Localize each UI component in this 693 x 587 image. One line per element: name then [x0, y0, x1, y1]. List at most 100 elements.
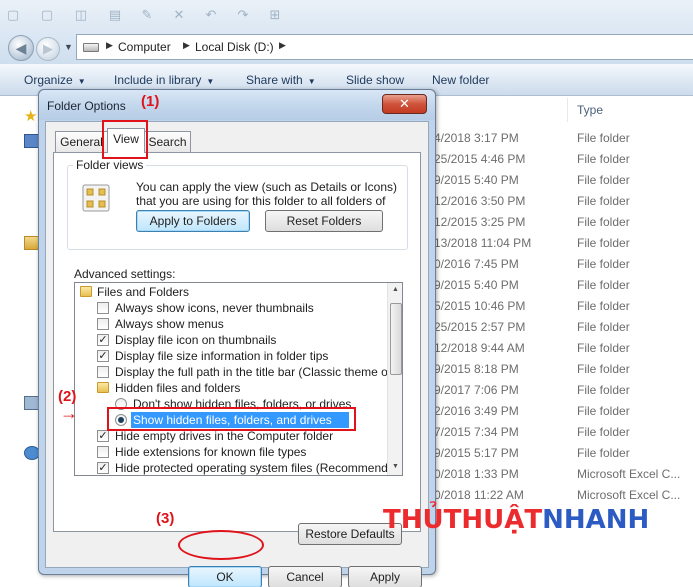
file-type: File folder	[577, 194, 630, 208]
file-date: 5/2015 10:46 PM	[434, 299, 526, 313]
folder-views-group: Folder views You can apply the view (suc…	[67, 158, 408, 250]
checkbox-hide-empty-drives[interactable]	[97, 430, 109, 442]
file-row[interactable]: 12/2016 3:50 PM File folder	[434, 191, 693, 212]
file-row[interactable]: 4/2018 3:17 PM File folder	[434, 128, 693, 149]
checkbox-hide-extensions[interactable]	[97, 446, 109, 458]
dialog-title: Folder Options	[47, 99, 126, 113]
file-row[interactable]: 2/2016 3:49 PM File folder	[434, 401, 693, 422]
tree-scrollbar[interactable]: ▲ ▼	[387, 283, 402, 475]
checkbox-display-full-path[interactable]	[97, 366, 109, 378]
always-show-menus-label[interactable]: Always show menus	[115, 316, 224, 332]
file-type: File folder	[577, 362, 630, 376]
cancel-button[interactable]: Cancel	[268, 566, 342, 587]
organize-menu[interactable]: Organize ▼	[24, 73, 86, 87]
display-file-size-label[interactable]: Display file size information in folder …	[115, 348, 328, 364]
file-row[interactable]: 0/2016 7:45 PM File folder	[434, 254, 693, 275]
file-type: File folder	[577, 215, 630, 229]
advanced-settings-tree[interactable]: Files and Folders Always show icons, nev…	[74, 282, 403, 476]
file-date: 0/2016 7:45 PM	[434, 257, 519, 271]
chevron-right-icon[interactable]: ▶	[183, 40, 190, 51]
tree-group-files-and-folders: Files and Folders	[97, 285, 190, 299]
quick-access-icon[interactable]: ✕	[172, 8, 186, 22]
file-row[interactable]: 12/2018 9:44 AM File folder	[434, 338, 693, 359]
file-date: 0/2018 11:22 AM	[434, 488, 524, 502]
file-type: File folder	[577, 383, 630, 397]
checkbox-always-show-menus[interactable]	[97, 318, 109, 330]
file-row[interactable]: 9/2015 8:18 PM File folder	[434, 359, 693, 380]
checkbox-hide-protected-files[interactable]	[97, 462, 109, 474]
quick-access-icon[interactable]: ◫	[74, 8, 88, 22]
breadcrumb-computer[interactable]: Computer	[118, 40, 171, 54]
dropdown-arrow-icon: ▼	[307, 77, 316, 86]
recent-pages-dropdown-icon[interactable]: ▼	[64, 42, 73, 52]
address-row: ◀ ▶ ▼ ▶ Computer ▶ Local Disk (D:) ▶	[0, 30, 693, 64]
apply-to-folders-button[interactable]: Apply to Folders	[136, 210, 250, 232]
file-date: 2/2016 3:49 PM	[434, 404, 519, 418]
quick-access-icon[interactable]: ▤	[108, 8, 122, 22]
file-date: 0/2018 1:33 PM	[434, 467, 519, 481]
annotation-step-3: (3)	[156, 510, 175, 527]
advanced-settings-label: Advanced settings:	[74, 267, 176, 281]
back-button[interactable]: ◀	[8, 35, 34, 61]
address-bar[interactable]: ▶ Computer ▶ Local Disk (D:) ▶	[76, 34, 693, 60]
file-row[interactable]: 0/2018 11:22 AM Microsoft Excel C...	[434, 485, 693, 506]
file-type: Microsoft Excel C...	[577, 467, 681, 481]
quick-access-icon[interactable]: ▢	[6, 8, 20, 22]
navigation-pane: ★	[0, 96, 40, 587]
file-row[interactable]: 12/2015 3:25 PM File folder	[434, 212, 693, 233]
slide-show-button[interactable]: Slide show	[346, 73, 404, 87]
file-row[interactable]: 9/2015 5:40 PM File folder	[434, 170, 693, 191]
checkbox-always-show-icons[interactable]	[97, 302, 109, 314]
column-divider[interactable]	[567, 98, 568, 122]
tab-search[interactable]: Search	[144, 131, 191, 153]
quick-access-icon[interactable]: ⊞	[268, 8, 282, 22]
file-row[interactable]: 9/2015 5:40 PM File folder	[434, 275, 693, 296]
tab-view[interactable]: View	[107, 128, 145, 153]
breadcrumb-local-disk[interactable]: Local Disk (D:)	[195, 40, 274, 54]
file-row[interactable]: 13/2018 11:04 PM File folder	[434, 233, 693, 254]
include-in-library-menu[interactable]: Include in library ▼	[114, 73, 214, 87]
file-row[interactable]: 9/2015 5:17 PM File folder	[434, 443, 693, 464]
file-type: File folder	[577, 299, 630, 313]
include-in-library-label: Include in library	[114, 73, 202, 87]
hide-protected-files-label[interactable]: Hide protected operating system files (R…	[115, 460, 402, 475]
hide-extensions-label[interactable]: Hide extensions for known file types	[115, 444, 306, 460]
tab-general[interactable]: General	[55, 131, 108, 153]
dialog-body: General View Search Folder views You can…	[45, 121, 429, 587]
new-folder-button[interactable]: New folder	[432, 73, 489, 87]
column-header: Type	[434, 96, 693, 124]
share-with-menu[interactable]: Share with ▼	[246, 73, 316, 87]
ok-button[interactable]: OK	[188, 566, 262, 587]
checkbox-display-file-icon[interactable]	[97, 334, 109, 346]
file-row[interactable]: 7/2015 7:34 PM File folder	[434, 422, 693, 443]
file-row[interactable]: 9/2017 7:06 PM File folder	[434, 380, 693, 401]
file-row[interactable]: 25/2015 4:46 PM File folder	[434, 149, 693, 170]
display-file-icon-label[interactable]: Display file icon on thumbnails	[115, 332, 276, 348]
chevron-right-icon[interactable]: ▶	[279, 40, 286, 51]
forward-button[interactable]: ▶	[36, 37, 60, 61]
apply-button[interactable]: Apply	[348, 566, 422, 587]
display-full-path-label[interactable]: Display the full path in the title bar (…	[115, 364, 402, 380]
file-row[interactable]: 5/2015 10:46 PM File folder	[434, 296, 693, 317]
scrollbar-thumb[interactable]	[390, 303, 402, 375]
always-show-icons-label[interactable]: Always show icons, never thumbnails	[115, 300, 314, 316]
quick-access-icon[interactable]: ↷	[236, 8, 250, 22]
quick-access-icon[interactable]: ✎	[140, 8, 154, 22]
dialog-title-bar[interactable]: Folder Options ✕	[39, 90, 435, 120]
checkbox-display-file-size[interactable]	[97, 350, 109, 362]
dropdown-arrow-icon: ▼	[77, 77, 86, 86]
reset-folders-button[interactable]: Reset Folders	[265, 210, 383, 232]
quick-access-icon[interactable]: ▢	[40, 8, 54, 22]
watermark-logo: THỦTHUẬTNHANH	[383, 505, 649, 535]
file-row[interactable]: 25/2015 2:57 PM File folder	[434, 317, 693, 338]
scroll-down-icon[interactable]: ▼	[392, 463, 399, 470]
close-button[interactable]: ✕	[382, 94, 427, 114]
file-type: File folder	[577, 425, 630, 439]
scroll-up-icon[interactable]: ▲	[392, 286, 399, 293]
file-row[interactable]: 0/2018 1:33 PM Microsoft Excel C...	[434, 464, 693, 485]
quick-access-icon[interactable]: ↶	[204, 8, 218, 22]
chevron-right-icon[interactable]: ▶	[106, 40, 113, 51]
column-header-type[interactable]: Type	[577, 103, 603, 117]
folder-views-icon	[82, 184, 110, 212]
file-type: File folder	[577, 278, 630, 292]
